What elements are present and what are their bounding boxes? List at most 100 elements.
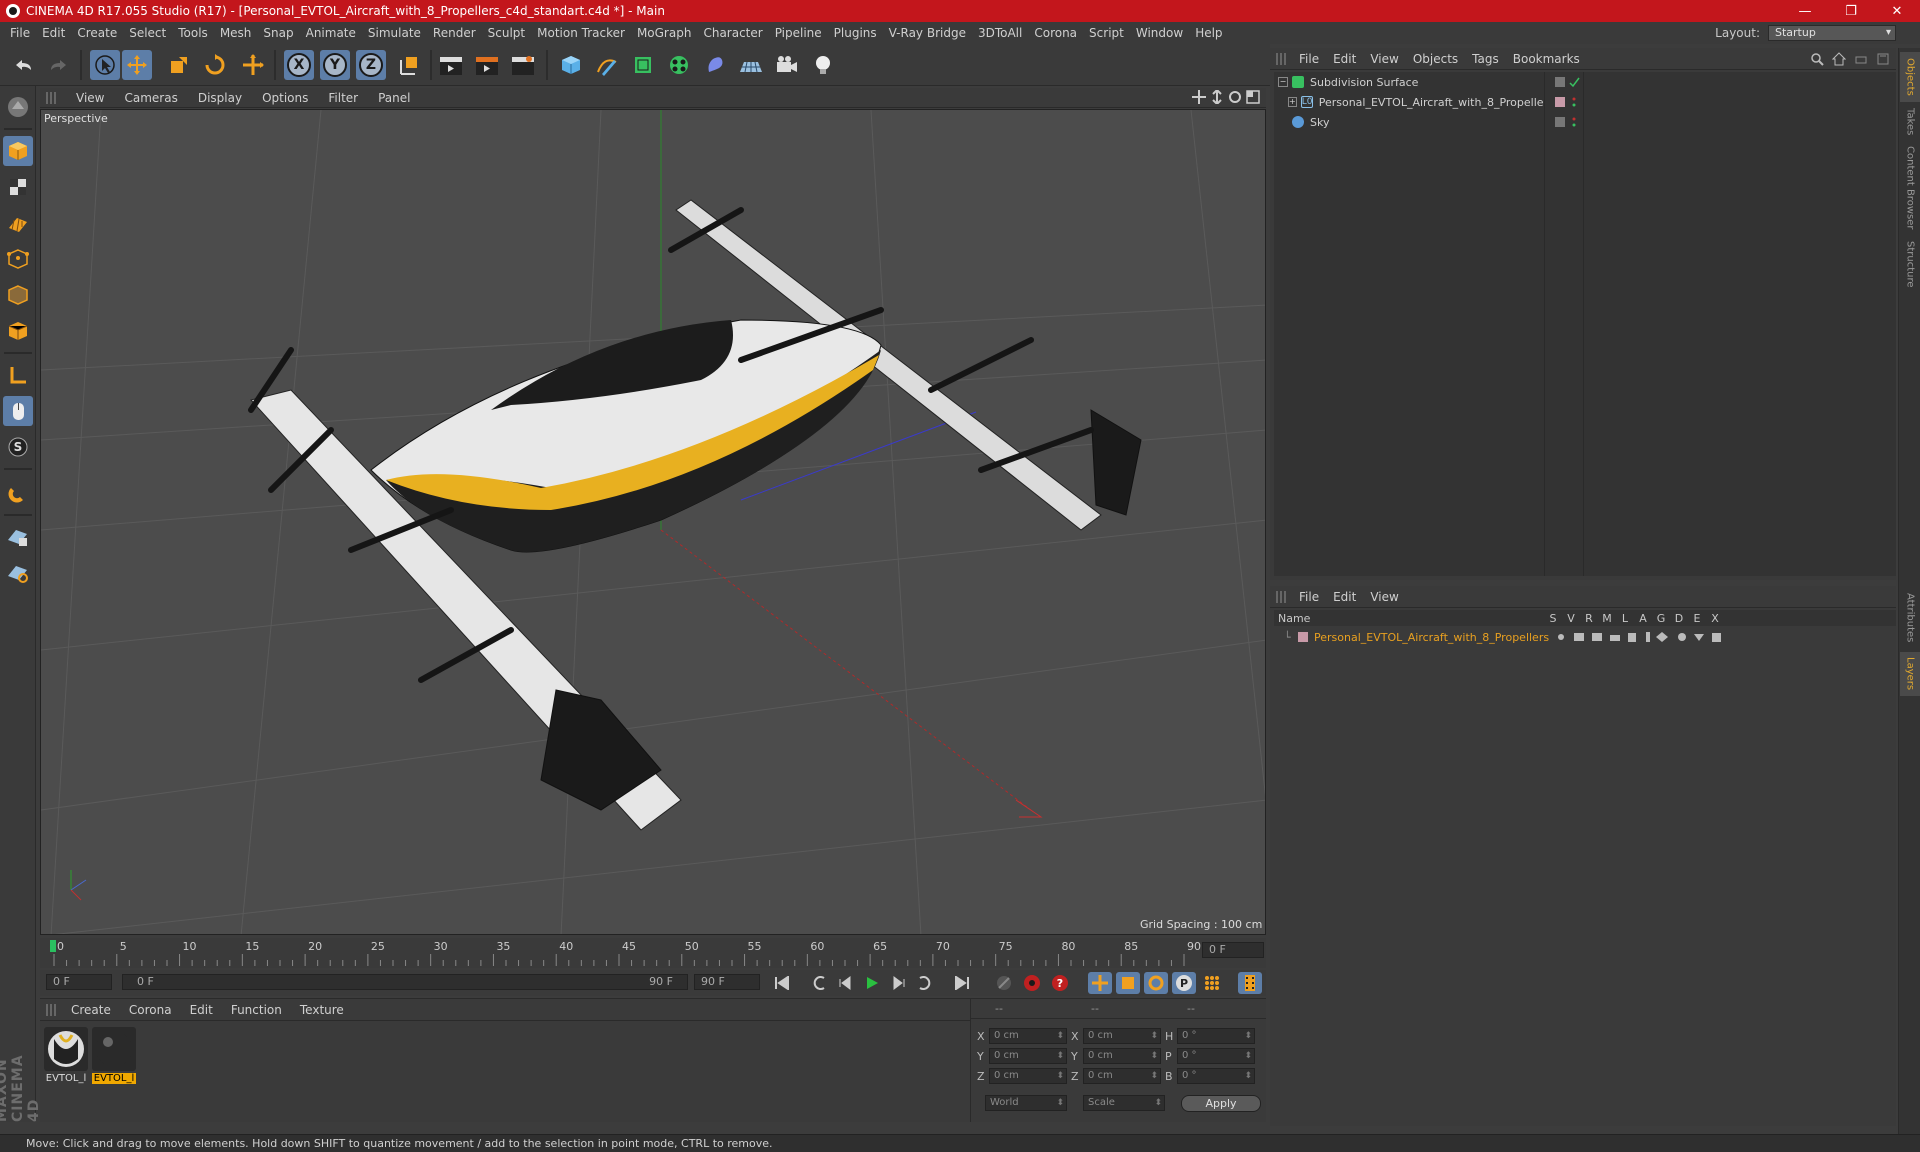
- material-menu-corona[interactable]: Corona: [120, 1003, 181, 1017]
- tab-content-browser[interactable]: Content Browser: [1900, 142, 1920, 234]
- menu-sculpt[interactable]: Sculpt: [482, 26, 531, 40]
- menu-character[interactable]: Character: [697, 26, 768, 40]
- add-generator-button[interactable]: [628, 50, 658, 80]
- texture-mode-button[interactable]: [3, 172, 33, 202]
- parameter-key-button[interactable]: P: [1172, 972, 1196, 994]
- panel-grip[interactable]: [1276, 52, 1286, 65]
- render-settings-button[interactable]: [508, 50, 538, 80]
- layer-col-view[interactable]: V: [1562, 612, 1580, 625]
- menu-create[interactable]: Create: [71, 26, 123, 40]
- menu-window[interactable]: Window: [1130, 26, 1189, 40]
- menu-select[interactable]: Select: [123, 26, 172, 40]
- panel-grip[interactable]: [1276, 590, 1286, 603]
- objects-menu-file[interactable]: File: [1292, 52, 1326, 66]
- tab-objects[interactable]: Objects: [1900, 52, 1920, 102]
- layout-select[interactable]: Startup: [1768, 25, 1896, 41]
- perspective-viewport[interactable]: [40, 109, 1266, 935]
- layer-col-name[interactable]: Name: [1274, 612, 1544, 625]
- material-menu-edit[interactable]: Edit: [181, 1003, 222, 1017]
- live-selection-button[interactable]: [90, 50, 120, 80]
- close-button[interactable]: ✕: [1874, 0, 1920, 22]
- add-spline-button[interactable]: [592, 50, 622, 80]
- menu-corona[interactable]: Corona: [1028, 26, 1083, 40]
- make-editable-button[interactable]: [3, 92, 33, 122]
- timeline-window-button[interactable]: [1238, 972, 1262, 994]
- material-menu-create[interactable]: Create: [62, 1003, 120, 1017]
- position-key-button[interactable]: [1088, 972, 1112, 994]
- tab-takes[interactable]: Takes: [1900, 104, 1920, 140]
- objects-menu-view[interactable]: View: [1363, 52, 1405, 66]
- menu-vray-bridge[interactable]: V-Ray Bridge: [883, 26, 972, 40]
- objects-menu-tags[interactable]: Tags: [1465, 52, 1506, 66]
- size-mode-select[interactable]: Scale: [1083, 1095, 1165, 1111]
- orbit-icon[interactable]: [1228, 90, 1242, 104]
- layers-menu-file[interactable]: File: [1292, 590, 1326, 604]
- object-row-aircraft[interactable]: + L0 Personal_EVTOL_Aircraft_with_8_Prop…: [1274, 92, 1554, 112]
- menu-help[interactable]: Help: [1189, 26, 1228, 40]
- magnet-button[interactable]: [3, 478, 33, 508]
- layer-col-locked[interactable]: L: [1616, 612, 1634, 625]
- rotation-h-field[interactable]: 0 °: [1177, 1028, 1255, 1044]
- maximize-button[interactable]: ❐: [1828, 0, 1874, 22]
- point-level-key-button[interactable]: [1200, 972, 1224, 994]
- previous-frame-button[interactable]: [834, 972, 858, 994]
- viewport-menu-options[interactable]: Options: [252, 91, 318, 105]
- tab-layers[interactable]: Layers: [1900, 652, 1920, 696]
- planar-workplane-button[interactable]: [3, 558, 33, 588]
- record-keys-button[interactable]: [992, 972, 1016, 994]
- play-button[interactable]: [860, 972, 884, 994]
- tab-attributes[interactable]: Attributes: [1900, 586, 1920, 650]
- menu-plugins[interactable]: Plugins: [828, 26, 883, 40]
- menu-tools[interactable]: Tools: [172, 26, 214, 40]
- collapse-toggle-icon[interactable]: −: [1278, 77, 1288, 87]
- next-frame-button[interactable]: [886, 972, 910, 994]
- snapping-button[interactable]: S: [3, 432, 33, 462]
- expand-toggle-icon[interactable]: +: [1288, 97, 1297, 107]
- coordinate-space-select[interactable]: World: [985, 1095, 1067, 1111]
- render-view-button[interactable]: [436, 50, 466, 80]
- panel-grip[interactable]: [46, 1003, 56, 1016]
- scale-tool-button[interactable]: [164, 50, 194, 80]
- layer-col-animation[interactable]: A: [1634, 612, 1652, 625]
- add-environment-button[interactable]: [736, 50, 766, 80]
- material-swatch-selected[interactable]: EVTOL_l: [92, 1027, 136, 1084]
- material-swatch[interactable]: EVTOL_l: [44, 1027, 88, 1084]
- transform-tool-button[interactable]: [238, 50, 268, 80]
- search-icon[interactable]: [1810, 52, 1824, 66]
- layer-col-generators[interactable]: G: [1652, 612, 1670, 625]
- layer-col-solo[interactable]: S: [1544, 612, 1562, 625]
- tab-structure[interactable]: Structure: [1900, 236, 1920, 292]
- next-key-button[interactable]: [912, 972, 936, 994]
- size-y-field[interactable]: 0 cm: [1083, 1048, 1161, 1064]
- add-deformer-button[interactable]: [700, 50, 730, 80]
- add-camera-button[interactable]: [772, 50, 802, 80]
- size-x-field[interactable]: 0 cm: [1083, 1028, 1161, 1044]
- current-frame-field[interactable]: 0 F: [1202, 942, 1264, 958]
- rotation-b-field[interactable]: 0 °: [1177, 1068, 1255, 1084]
- expand-icon[interactable]: [1876, 52, 1890, 66]
- apply-button[interactable]: Apply: [1181, 1095, 1261, 1112]
- home-icon[interactable]: [1832, 51, 1846, 66]
- add-cube-button[interactable]: [556, 50, 586, 80]
- coordinate-system-button[interactable]: [394, 50, 424, 80]
- axis-mode-button[interactable]: [3, 360, 33, 390]
- viewport-menu-panel[interactable]: Panel: [368, 91, 420, 105]
- evtol-aircraft-model[interactable]: [248, 199, 1142, 831]
- add-light-button[interactable]: [808, 50, 838, 80]
- model-mode-button[interactable]: [3, 136, 33, 166]
- menu-simulate[interactable]: Simulate: [362, 26, 427, 40]
- timeline-ruler[interactable]: 0 5 10 15 20 25 30 35 40 45 50 55 60 65 70 75 80 85 90 0 F: [40, 938, 1266, 968]
- layers-menu-edit[interactable]: Edit: [1326, 590, 1363, 604]
- z-axis-button[interactable]: Z: [356, 50, 386, 80]
- workplane-mode-button[interactable]: [3, 208, 33, 238]
- menu-script[interactable]: Script: [1083, 26, 1130, 40]
- new-view-icon[interactable]: [1854, 52, 1868, 66]
- object-row-subdivision-surface[interactable]: − Subdivision Surface: [1274, 72, 1544, 92]
- layer-col-deformers[interactable]: D: [1670, 612, 1688, 625]
- material-menu-texture[interactable]: Texture: [291, 1003, 353, 1017]
- zoom-icon[interactable]: [1210, 90, 1224, 104]
- scale-key-button[interactable]: [1116, 972, 1140, 994]
- rotation-key-button[interactable]: [1144, 972, 1168, 994]
- panel-grip[interactable]: [46, 91, 56, 104]
- lock-workplane-button[interactable]: [3, 522, 33, 552]
